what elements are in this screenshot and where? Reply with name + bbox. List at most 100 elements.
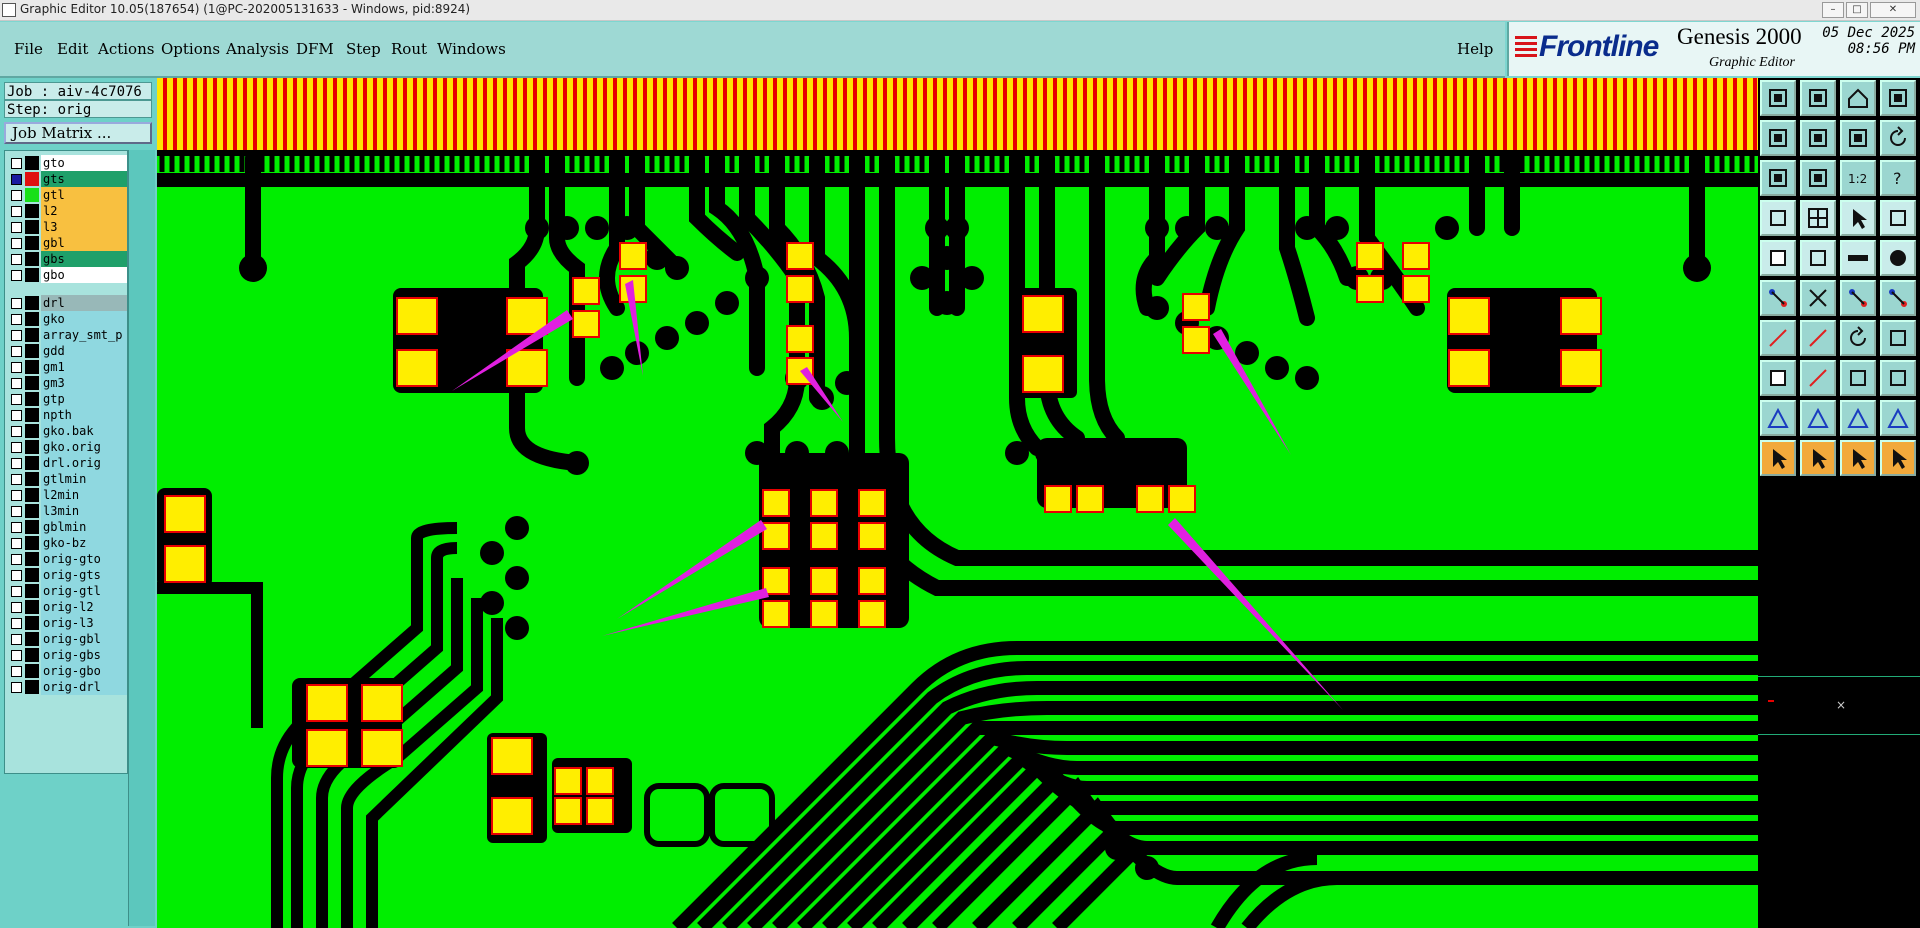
- layer-name[interactable]: l3min: [41, 503, 127, 519]
- layer-color-swatch[interactable]: [25, 440, 39, 454]
- layer-row[interactable]: gblmin: [5, 519, 127, 535]
- layer-color-swatch[interactable]: [25, 584, 39, 598]
- layer-checkbox[interactable]: [11, 570, 22, 581]
- layer-checkbox[interactable]: [11, 602, 22, 613]
- layer-checkbox[interactable]: [11, 618, 22, 629]
- layer-checkbox[interactable]: [11, 682, 22, 693]
- layer-name[interactable]: gto: [41, 155, 127, 171]
- select-net-icon[interactable]: [1880, 440, 1916, 476]
- layer-checkbox[interactable]: [11, 410, 22, 421]
- outline-icon[interactable]: [1800, 400, 1836, 436]
- layer-color-swatch[interactable]: [25, 664, 39, 678]
- layer-row[interactable]: gtl: [5, 187, 127, 203]
- pcb-canvas[interactable]: [157, 78, 1758, 928]
- layer-checkbox[interactable]: [11, 362, 22, 373]
- layer-color-swatch[interactable]: [25, 268, 39, 282]
- layer-color-swatch[interactable]: [25, 236, 39, 250]
- layer-checkbox[interactable]: [11, 238, 22, 249]
- layer-color-swatch[interactable]: [25, 472, 39, 486]
- select-box-icon[interactable]: [1800, 440, 1836, 476]
- layer-color-swatch[interactable]: [25, 456, 39, 470]
- layer-color-swatch[interactable]: [25, 188, 39, 202]
- layer-checkbox[interactable]: [11, 314, 22, 325]
- snap-icon[interactable]: [1760, 200, 1796, 236]
- layer-checkbox[interactable]: [11, 158, 22, 169]
- zoom-in-icon[interactable]: [1760, 160, 1796, 196]
- layer-row[interactable]: gto: [5, 155, 127, 171]
- menu-step[interactable]: Step: [346, 40, 381, 58]
- layer-checkbox[interactable]: [11, 426, 22, 437]
- layer-name[interactable]: orig-l3: [41, 615, 127, 631]
- layer-color-swatch[interactable]: [25, 344, 39, 358]
- menu-analysis[interactable]: Analysis: [226, 40, 289, 58]
- layer-color-swatch[interactable]: [25, 680, 39, 694]
- line-point-icon[interactable]: [1840, 280, 1876, 316]
- drill-icon[interactable]: [1880, 240, 1916, 276]
- layer-name[interactable]: gm1: [41, 359, 127, 375]
- layer-name[interactable]: orig-drl: [41, 679, 127, 695]
- layer-checkbox[interactable]: [11, 270, 22, 281]
- layer-name[interactable]: orig-l2: [41, 599, 127, 615]
- layer-name[interactable]: orig-gto: [41, 551, 127, 567]
- layer-color-swatch[interactable]: [25, 172, 39, 186]
- layer-name[interactable]: gbl: [41, 235, 127, 251]
- line-edit-icon[interactable]: [1760, 320, 1796, 356]
- pan-left-icon[interactable]: [1760, 120, 1796, 156]
- layer-checkbox[interactable]: [11, 490, 22, 501]
- maximize-button[interactable]: □: [1846, 2, 1868, 18]
- layer-list-scrollbar[interactable]: [128, 150, 155, 926]
- layer-row[interactable]: l3min: [5, 503, 127, 519]
- layer-row[interactable]: gtp: [5, 391, 127, 407]
- layer-row[interactable]: gdd: [5, 343, 127, 359]
- layer-checkbox[interactable]: [11, 442, 22, 453]
- layer-name[interactable]: orig-gtl: [41, 583, 127, 599]
- layer-name[interactable]: orig-gbs: [41, 647, 127, 663]
- layer-checkbox[interactable]: [11, 538, 22, 549]
- layer-checkbox[interactable]: [11, 206, 22, 217]
- layer-row[interactable]: orig-gts: [5, 567, 127, 583]
- align-icon[interactable]: [1880, 320, 1916, 356]
- layer-color-swatch[interactable]: [25, 616, 39, 630]
- close-button[interactable]: ✕: [1870, 2, 1916, 18]
- layer-row[interactable]: orig-drl: [5, 679, 127, 695]
- home-view-icon[interactable]: [1840, 80, 1876, 116]
- menu-dfm[interactable]: DFM: [296, 40, 334, 58]
- layer-row[interactable]: orig-gto: [5, 551, 127, 567]
- layer-row[interactable]: gbl: [5, 235, 127, 251]
- menu-actions[interactable]: Actions: [98, 40, 154, 58]
- layer-color-swatch[interactable]: [25, 220, 39, 234]
- layer-row[interactable]: gm3: [5, 375, 127, 391]
- arch-icon[interactable]: [1880, 400, 1916, 436]
- layer-row[interactable]: gtlmin: [5, 471, 127, 487]
- copy-icon[interactable]: [1880, 360, 1916, 396]
- layer-color-swatch[interactable]: [25, 376, 39, 390]
- layer-color-swatch[interactable]: [25, 600, 39, 614]
- arc-point-icon[interactable]: [1880, 280, 1916, 316]
- layer-checkbox[interactable]: [11, 346, 22, 357]
- layer-row[interactable]: orig-l2: [5, 599, 127, 615]
- trace-icon[interactable]: [1800, 360, 1836, 396]
- layer-name[interactable]: gbs: [41, 251, 127, 267]
- fit-step-icon[interactable]: [1800, 80, 1836, 116]
- menu-help[interactable]: Help: [1457, 40, 1493, 58]
- layer-name[interactable]: gbo: [41, 267, 127, 283]
- layer-name[interactable]: drl.orig: [41, 455, 127, 471]
- layer-color-swatch[interactable]: [25, 568, 39, 582]
- layer-row[interactable]: l2: [5, 203, 127, 219]
- layer-checkbox[interactable]: [11, 554, 22, 565]
- layer-color-swatch[interactable]: [25, 552, 39, 566]
- bridge-icon[interactable]: [1840, 400, 1876, 436]
- slash-icon[interactable]: [1800, 320, 1836, 356]
- layer-row[interactable]: orig-gbo: [5, 663, 127, 679]
- scale-1-2-icon[interactable]: 1:2: [1840, 160, 1876, 196]
- pan-right-icon[interactable]: [1800, 120, 1836, 156]
- fit-job-icon[interactable]: [1760, 80, 1796, 116]
- layer-color-swatch[interactable]: [25, 504, 39, 518]
- menu-rout[interactable]: Rout: [391, 40, 427, 58]
- layer-row[interactable]: gbo: [5, 267, 127, 283]
- layer-row[interactable]: array_smt_p: [5, 327, 127, 343]
- menu-windows[interactable]: Windows: [437, 40, 506, 58]
- layer-list[interactable]: gto gts gtl l2 l3 gbl gbs gbo drl gko array_smt_p g…: [4, 150, 128, 774]
- layer-color-swatch[interactable]: [25, 520, 39, 534]
- layer-checkbox[interactable]: [11, 666, 22, 677]
